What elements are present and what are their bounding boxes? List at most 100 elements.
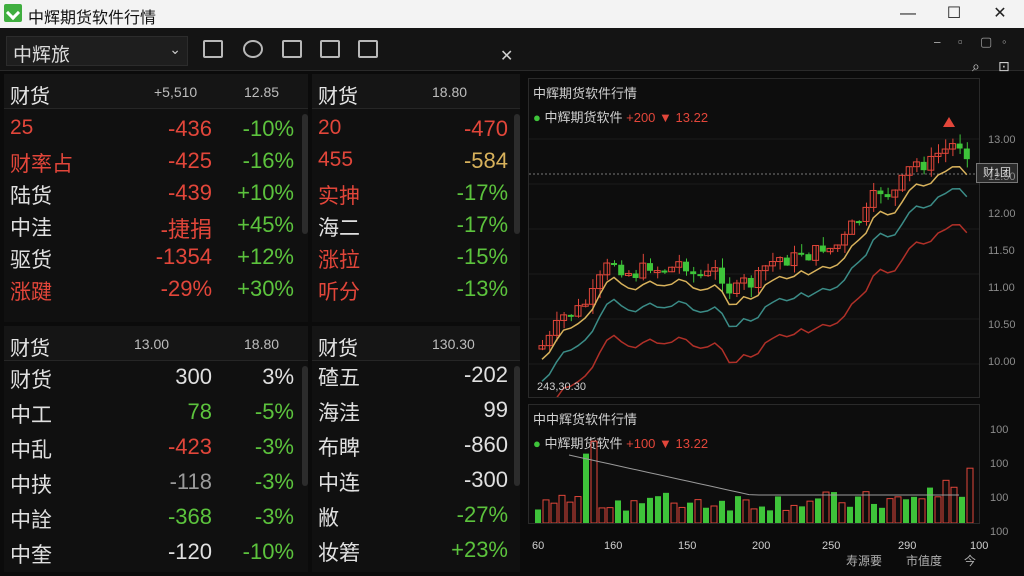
scrollbar[interactable] [514, 114, 520, 234]
quote-row[interactable]: 涨踺 -29% +30% [4, 274, 308, 306]
selector-label: 中辉旅 [13, 45, 71, 66]
bar-chart-icon[interactable] [358, 40, 378, 58]
app-logo-icon [4, 4, 22, 22]
panel-header-value: 18.80 [432, 84, 468, 100]
quote-value: -436 [167, 116, 212, 141]
zoom-icon[interactable]: ⊡ [998, 58, 1010, 75]
volume-bar [775, 496, 781, 523]
quote-value: 78 [187, 399, 212, 424]
volume-bar [678, 506, 686, 523]
y-axis-tick: 12.50 [988, 171, 1016, 183]
bottom-tab[interactable]: 市值度 [906, 552, 942, 569]
copy-icon[interactable] [282, 40, 302, 58]
volume-bar [535, 509, 541, 523]
candle-body [855, 221, 862, 224]
restore-icon[interactable]: ▢ [980, 34, 992, 50]
price-plot [529, 117, 979, 397]
volume-bar [670, 502, 678, 523]
volume-bar [566, 501, 574, 523]
moving-average-line-3 [556, 224, 968, 397]
quote-row[interactable]: 中工 78 -5% [4, 397, 308, 429]
volume-bar [735, 496, 741, 523]
quote-row[interactable]: 中洼 -捷捐 +45% [4, 210, 308, 242]
quote-row[interactable]: 妆箬 +23% [312, 535, 520, 567]
quote-row[interactable]: 陆货 -439 +10% [4, 178, 308, 210]
more-icon[interactable]: ◦ [1002, 34, 1007, 49]
candle-body [719, 267, 725, 284]
volume-bar [727, 510, 733, 523]
quote-row[interactable]: 中奎 -120 -10% [4, 537, 308, 569]
candle-body [920, 161, 927, 171]
volume-bar [903, 499, 909, 523]
bottom-tab[interactable]: 今 [964, 552, 976, 569]
x-axis-tick: 100 [970, 540, 989, 552]
quote-row[interactable]: 财率占 -425 -16% [4, 146, 308, 178]
briefcase-icon[interactable] [320, 40, 340, 58]
quote-row[interactable]: 听分 -13% [312, 274, 520, 306]
quote-row[interactable]: 驱货 -1354 +12% [4, 242, 308, 274]
quote-name: 涨拉 [318, 249, 360, 272]
quote-row[interactable]: 海洼 99 [312, 395, 520, 427]
volume-bar [822, 491, 830, 523]
scrollbar[interactable] [302, 114, 308, 234]
quote-name: 财率占 [10, 153, 73, 176]
quote-row[interactable]: 中乱 -423 -3% [4, 432, 308, 464]
y-axis-tick: 10.00 [988, 356, 1016, 368]
panel-header: 财货 13.00 18.80 [4, 326, 308, 361]
volume-bar [590, 440, 598, 523]
quote-name: 25 [10, 116, 34, 139]
quote-row[interactable]: 敝 -27% [312, 500, 520, 532]
quote-value: -118 [169, 469, 212, 494]
candle-body [963, 148, 970, 160]
quote-row[interactable]: 涨拉 -15% [312, 242, 520, 274]
candle-body [776, 257, 784, 263]
quote-value: -300 [463, 467, 508, 492]
volume-chart[interactable]: 中中辉货软件行情 ● 中辉期货软件 +100 ▼ 13.22 [528, 404, 980, 524]
pin-icon[interactable]: ⎯ [934, 34, 941, 50]
quote-row[interactable]: 布睥 -860 [312, 430, 520, 462]
maximize-button[interactable]: ☐ [934, 2, 974, 26]
candle-body [848, 220, 856, 235]
quote-name: 碴五 [318, 367, 360, 390]
candlestick-chart[interactable]: 中辉期货软件行情 ● 中辉期货软件 +200 ▼ 13.22 243,30.30 [528, 78, 980, 398]
quote-row[interactable]: 碴五 -202 [312, 360, 520, 392]
close-button[interactable]: ✕ [980, 2, 1020, 26]
volume-bar [966, 467, 974, 523]
quote-name: 实抻 [318, 185, 360, 208]
bottom-tab[interactable]: 寿源要 [846, 552, 882, 569]
scrollbar[interactable] [302, 366, 308, 486]
quote-row[interactable]: 中詮 -368 -3% [4, 502, 308, 534]
volume-bar [623, 510, 629, 523]
panel-header-value: 130.30 [432, 336, 475, 352]
panel-header: 财货 +5,510 12.85 [4, 74, 308, 109]
quote-name: 陆货 [10, 185, 52, 208]
quote-selector-dropdown[interactable]: 中辉旅 ⌄ [6, 36, 188, 66]
quote-row[interactable]: 中连 -300 [312, 465, 520, 497]
candle-body [747, 277, 754, 288]
candle-body [668, 266, 676, 273]
quote-row[interactable]: 20 -470 [312, 114, 520, 146]
scrollbar[interactable] [514, 366, 520, 486]
quote-name: 敝 [318, 507, 339, 530]
search-icon[interactable]: ⌕ [972, 58, 980, 75]
chart-icon[interactable] [243, 40, 263, 58]
quote-row[interactable]: 实抻 -17% [312, 178, 520, 210]
quote-row[interactable]: 海二 -17% [312, 210, 520, 242]
quote-value: -17% [456, 212, 508, 237]
settings-icon[interactable]: ▫ [958, 34, 963, 49]
panel-close-icon[interactable]: ✕ [500, 46, 513, 66]
volume-bar [550, 502, 558, 523]
quote-row[interactable]: 财货 300 3% [4, 362, 308, 394]
minimize-button[interactable]: — [888, 2, 928, 26]
quote-row[interactable]: 中挟 -118 -3% [4, 467, 308, 499]
candle-body [697, 274, 704, 277]
candle-body [884, 194, 891, 198]
candle-body [726, 283, 733, 294]
volume-bar [719, 500, 725, 523]
folder-icon[interactable] [203, 40, 223, 58]
quote-row[interactable]: 25 -436 -10% [4, 114, 308, 146]
quote-row[interactable]: 455 -584 [312, 146, 520, 178]
candle-body [618, 264, 625, 276]
volume-bar [790, 504, 798, 523]
x-axis-tick: 200 [752, 540, 771, 552]
